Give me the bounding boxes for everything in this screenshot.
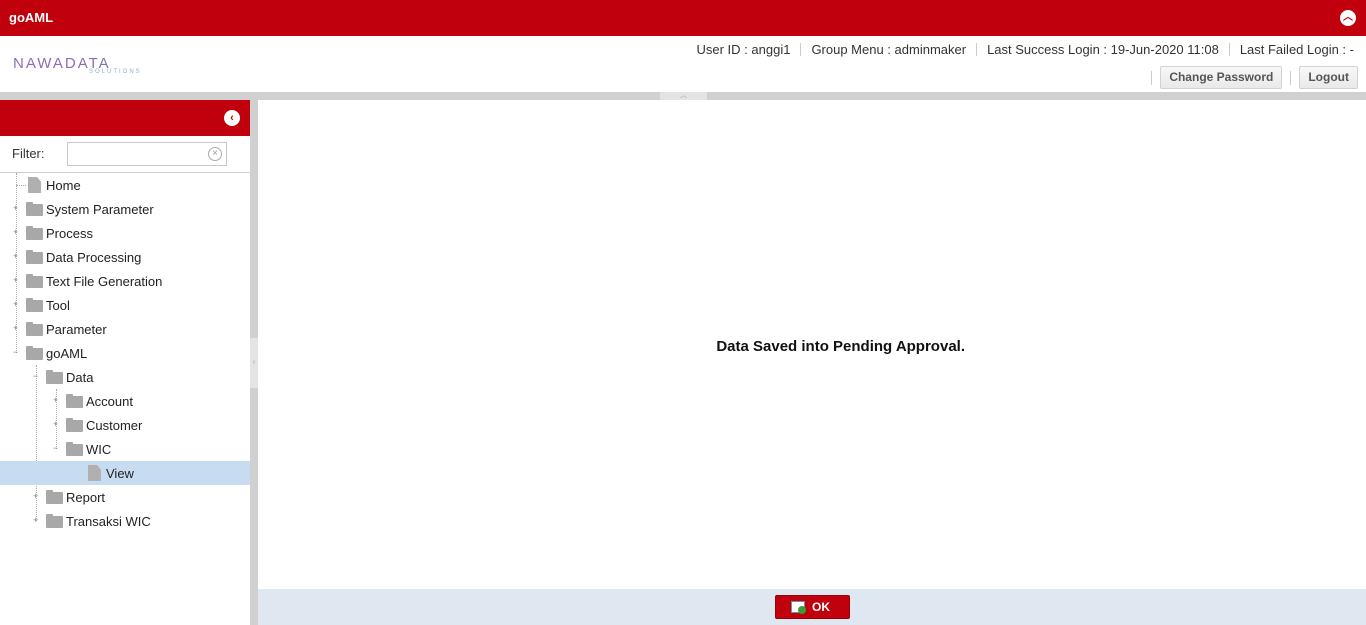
folder-icon [46, 514, 63, 528]
tree-item-label: Text File Generation [46, 274, 163, 289]
tree-item-goaml[interactable]: − goAML [0, 341, 250, 365]
tree-item-data[interactable]: − Data [0, 365, 250, 389]
folder-icon [26, 322, 43, 336]
change-password-button[interactable]: Change Password [1160, 66, 1283, 89]
expand-icon[interactable]: + [11, 228, 20, 237]
collapse-header-icon[interactable]: ︿ [1340, 10, 1356, 26]
folder-icon [66, 394, 83, 408]
folder-icon [66, 418, 83, 432]
tree-item-account[interactable]: + Account [0, 389, 250, 413]
collapse-icon[interactable]: − [51, 444, 60, 453]
clear-filter-icon[interactable]: × [208, 147, 222, 161]
folder-icon [46, 490, 63, 504]
splitter-collapse-handle[interactable]: ︿ [660, 92, 707, 100]
tree-item-label: Customer [86, 418, 143, 433]
tree-item-label: View [106, 466, 134, 481]
save-icon [791, 601, 806, 614]
folder-icon [26, 226, 43, 240]
last-failed-login: Last Failed Login : - [1239, 42, 1354, 57]
tree-item-report[interactable]: + Report [0, 485, 250, 509]
user-id: User ID : anggi1 [696, 42, 791, 57]
folder-icon [26, 298, 43, 312]
page-icon [88, 465, 101, 481]
expand-icon[interactable]: + [11, 252, 20, 261]
ok-button[interactable]: OK [775, 595, 850, 619]
logo-subtext: SOLUTIONS [89, 69, 142, 75]
tree-item-parameter[interactable]: + Parameter [0, 317, 250, 341]
open-folder-icon [26, 346, 43, 360]
status-message: Data Saved into Pending Approval. [716, 338, 965, 355]
tree-item-label: Account [86, 394, 133, 409]
filter-label: Filter: [12, 146, 45, 161]
expand-icon[interactable]: + [31, 492, 40, 501]
sidebar-header: ‹ [0, 100, 250, 136]
divider [800, 43, 802, 56]
tree-item-transaksi-wic[interactable]: + Transaksi WIC [0, 509, 250, 533]
tree-item-tool[interactable]: + Tool [0, 293, 250, 317]
ok-button-label: OK [812, 600, 830, 614]
splitter-collapse-handle[interactable]: ‹ [250, 338, 258, 388]
tree-item-process[interactable]: + Process [0, 221, 250, 245]
open-folder-icon [66, 442, 83, 456]
logout-button[interactable]: Logout [1299, 66, 1358, 89]
group-menu: Group Menu : adminmaker [811, 42, 967, 57]
expand-icon[interactable]: + [11, 276, 20, 285]
filter-input[interactable] [67, 142, 227, 166]
tree-item-label: Process [46, 226, 93, 241]
expand-icon[interactable]: + [31, 516, 40, 525]
last-success-login: Last Success Login : 19-Jun-2020 11:08 [987, 42, 1219, 57]
folder-icon [26, 250, 43, 264]
tree-item-system-parameter[interactable]: + System Parameter [0, 197, 250, 221]
app-title: goAML [9, 10, 54, 25]
divider [1151, 70, 1153, 85]
expand-icon[interactable]: + [11, 204, 20, 213]
expand-icon[interactable]: + [11, 324, 20, 333]
tree-item-label: Parameter [46, 322, 107, 337]
expand-icon[interactable]: + [51, 396, 60, 405]
tree-item-home[interactable]: Home [0, 173, 250, 197]
logo: NAWADATA SOLUTIONS [13, 55, 142, 75]
folder-icon [26, 202, 43, 216]
collapse-icon[interactable]: − [31, 372, 40, 381]
tree-item-label: System Parameter [46, 202, 154, 217]
tree-item-view[interactable]: View [0, 461, 250, 485]
tree-item-text-file-generation[interactable]: + Text File Generation [0, 269, 250, 293]
app-title-bar: goAML ︿ [0, 0, 1366, 36]
tree-item-customer[interactable]: + Customer [0, 413, 250, 437]
folder-icon [26, 274, 43, 288]
filter-row: Filter: × [0, 136, 250, 173]
header-buttons: Change Password Logout [1143, 66, 1358, 89]
footer-bar: OK [258, 589, 1366, 625]
collapse-sidebar-icon[interactable]: ‹ [224, 110, 240, 126]
tree-item-data-processing[interactable]: + Data Processing [0, 245, 250, 269]
divider [1228, 43, 1230, 56]
divider [1290, 70, 1292, 85]
page-icon [28, 177, 41, 193]
open-folder-icon [46, 370, 63, 384]
tree-item-label: Home [46, 178, 81, 193]
tree-item-label: WIC [86, 442, 112, 457]
expand-icon[interactable]: + [51, 420, 60, 429]
divider [976, 43, 978, 56]
tree-item-label: Data [66, 370, 94, 385]
tree-item-label: Report [66, 490, 106, 505]
vertical-splitter[interactable]: ‹ [250, 100, 258, 625]
tree-item-label: goAML [46, 346, 88, 361]
user-info: User ID : anggi1 Group Menu : adminmaker L… [697, 42, 1355, 57]
header: NAWADATA SOLUTIONS User ID : anggi1 Group… [0, 36, 1366, 92]
tree-item-label: Tool [46, 298, 70, 313]
tree-item-wic[interactable]: − WIC [0, 437, 250, 461]
tree-item-label: Transaksi WIC [66, 514, 151, 529]
horizontal-splitter[interactable]: ︿ [0, 92, 1366, 100]
collapse-icon[interactable]: − [11, 348, 20, 357]
sidebar: ‹ Filter: × Home + System Parameter + Pr… [0, 100, 250, 625]
tree-item-label: Data Processing [46, 250, 142, 265]
expand-icon[interactable]: + [11, 300, 20, 309]
main-panel: Data Saved into Pending Approval. [258, 100, 1366, 589]
